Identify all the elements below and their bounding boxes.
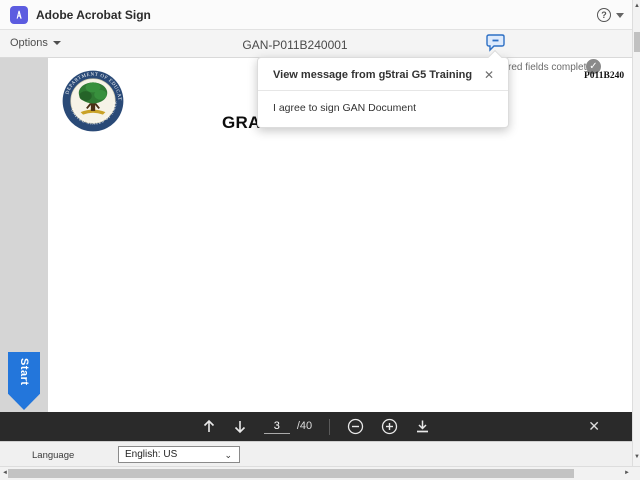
toolbar-divider: [329, 418, 331, 435]
department-of-education-seal: DEPARTMENT OF EDUCATION UNITED STATES OF…: [62, 70, 124, 132]
zoom-in-icon[interactable]: [381, 418, 398, 435]
zoom-out-icon[interactable]: [347, 418, 364, 435]
page-number-input[interactable]: 3: [263, 420, 290, 434]
pdf-toolbar: 3 /40 ✕: [0, 412, 632, 441]
award-number-fragment: P011B240: [584, 71, 625, 81]
popup-title: View message from g5trai G5 Training: [273, 69, 473, 81]
document-heading-fragment: GRA: [222, 113, 261, 132]
vertical-scrollbar[interactable]: ▲ ▼: [632, 0, 640, 466]
language-label: Language: [32, 450, 75, 461]
page-down-icon[interactable]: [233, 419, 247, 434]
scroll-up-icon[interactable]: ▲: [634, 3, 640, 9]
language-selected-value: English: US: [125, 449, 178, 460]
help-icon[interactable]: ?: [597, 8, 611, 22]
acrobat-sign-window: Adobe Acrobat Sign ? Options GAN-P011B24…: [0, 0, 640, 480]
language-bar: Language English: US ⌄: [0, 441, 632, 466]
options-bar: Options GAN-P011B240001: [0, 30, 632, 58]
scroll-down-icon[interactable]: ▼: [634, 454, 640, 460]
page-up-icon[interactable]: [202, 419, 216, 434]
scroll-right-icon[interactable]: ►: [624, 470, 630, 476]
start-signing-tab[interactable]: Start: [8, 352, 40, 410]
horizontal-scroll-thumb[interactable]: [8, 469, 574, 478]
vertical-scroll-thumb[interactable]: [634, 32, 640, 52]
download-icon[interactable]: [415, 419, 430, 434]
help-dropdown-caret-icon[interactable]: [616, 12, 624, 18]
adobe-acrobat-logo-icon: [10, 5, 28, 24]
popup-message-text: I agree to sign GAN Document: [273, 102, 416, 114]
horizontal-scrollbar[interactable]: ◄ ►: [0, 466, 640, 480]
popup-close-icon[interactable]: ✕: [484, 69, 494, 81]
message-popup: View message from g5trai G5 Training ✕ I…: [257, 49, 509, 128]
language-select[interactable]: English: US ⌄: [118, 446, 240, 463]
app-header: Adobe Acrobat Sign ?: [0, 0, 632, 30]
close-toolbar-icon[interactable]: ✕: [588, 412, 600, 441]
page-total: /40: [296, 419, 313, 432]
language-chevron-icon: ⌄: [224, 450, 232, 460]
app-title: Adobe Acrobat Sign: [36, 7, 151, 22]
start-tab-label: Start: [18, 358, 30, 386]
